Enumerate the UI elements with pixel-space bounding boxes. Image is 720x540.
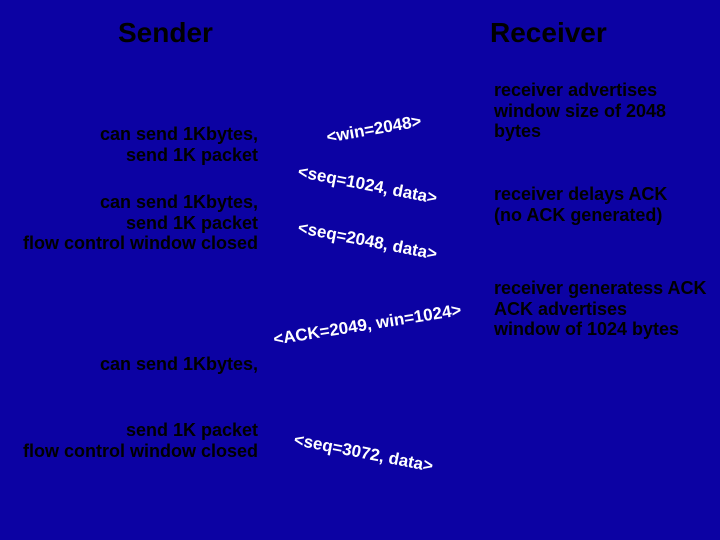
msg-seq-3072: <seq=3072, data> (292, 430, 435, 477)
msg-seq-1024: <seq=1024, data> (296, 162, 439, 209)
heading-receiver: Receiver (490, 17, 607, 49)
msg-ack-2049: <ACK=2049, win=1024> (272, 300, 463, 349)
receiver-note-1: receiver advertises window size of 2048 … (494, 80, 714, 142)
sender-note-3: can send 1Kbytes, (0, 354, 258, 375)
msg-win-2048: <win=2048> (325, 111, 423, 147)
heading-sender: Sender (118, 17, 213, 49)
sender-note-2: can send 1Kbytes, send 1K packet flow co… (0, 192, 258, 254)
receiver-note-3: receiver generatess ACK ACK advertises w… (494, 278, 720, 340)
sender-note-4: send 1K packet flow control window close… (0, 420, 258, 461)
msg-seq-2048: <seq=2048, data> (296, 218, 439, 265)
diagram-stage: Sender Receiver can send 1Kbytes, send 1… (0, 0, 720, 540)
sender-note-1: can send 1Kbytes, send 1K packet (0, 124, 258, 165)
receiver-note-2: receiver delays ACK (no ACK generated) (494, 184, 714, 225)
